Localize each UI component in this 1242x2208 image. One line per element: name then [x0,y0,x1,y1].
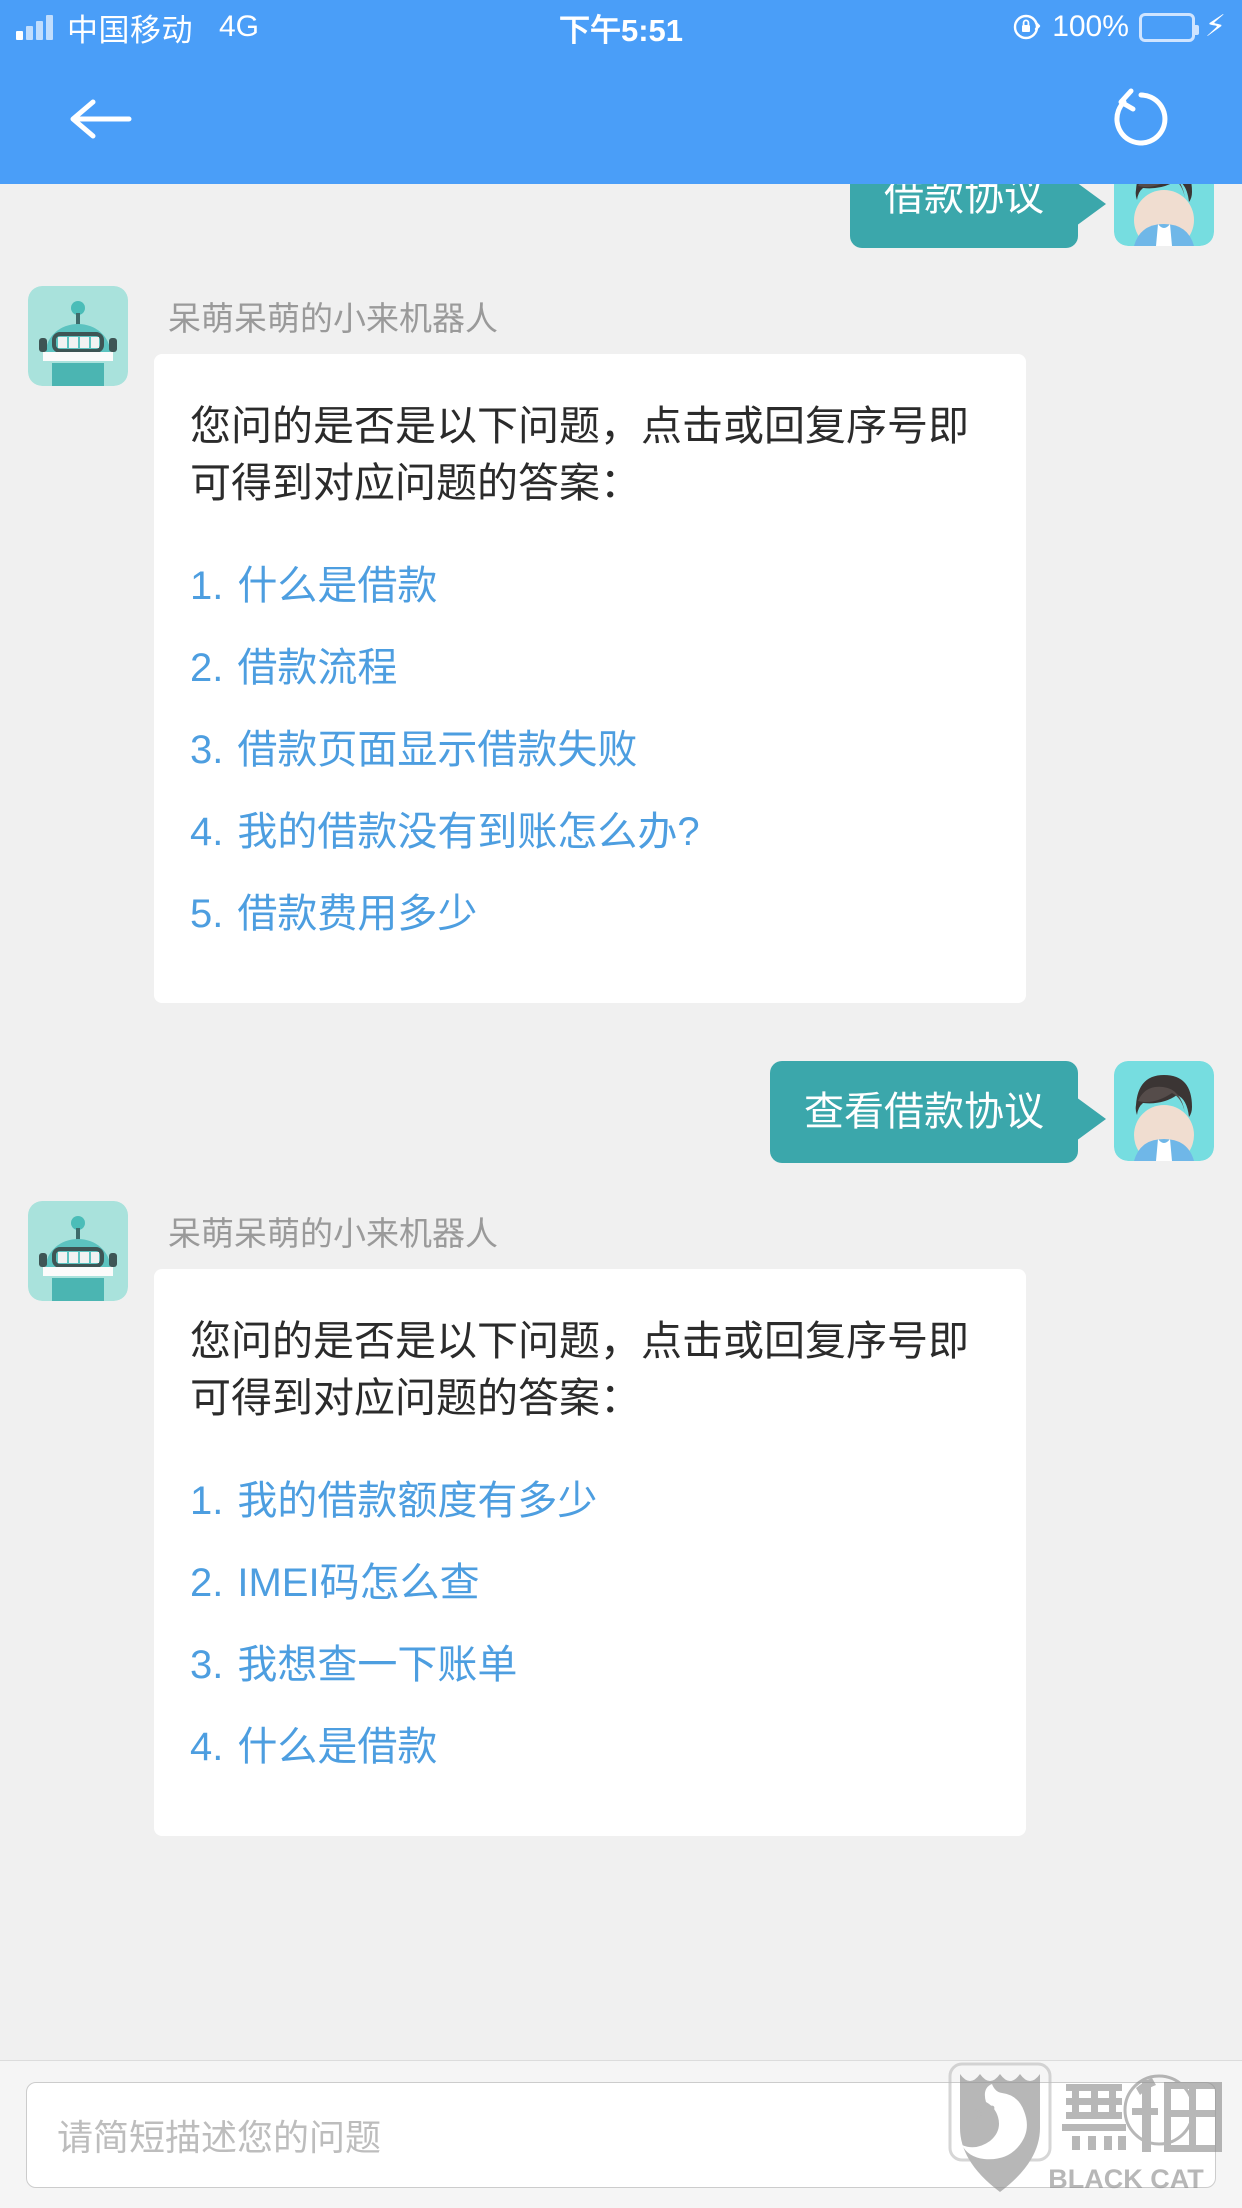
bot-message-body: 呆萌呆萌的小来机器人 您问的是否是以下问题，点击或回复序号即可得到对应问题的答案… [154,286,1026,1004]
message-incoming: 呆萌呆萌的小来机器人 您问的是否是以下问题，点击或回复序号即可得到对应问题的答案… [28,286,1026,1004]
question-option[interactable]: 2. IMEI码怎么查 [190,1542,990,1624]
message-input-placeholder: 请简短描述您的问题 [57,2116,382,2158]
chat-row-incoming: 呆萌呆萌的小来机器人 您问的是否是以下问题，点击或回复序号即可得到对应问题的答案… [0,1201,1242,1837]
bot-name-label: 呆萌呆萌的小来机器人 [168,1215,498,1253]
robot-avatar [28,286,128,386]
message-bubble-incoming: 您问的是否是以下问题，点击或回复序号即可得到对应问题的答案： 1. 什么是借款 … [154,354,1026,1004]
status-bar: 中国移动 4G 下午5:51 100% ⚡ [0,0,1242,54]
question-option[interactable]: 4. 我的借款没有到账怎么办? [190,791,990,873]
option-label: 借款流程 [237,646,398,691]
option-label: 什么是借款 [237,1725,438,1770]
option-number: 3. [190,1643,224,1688]
back-arrow-icon [70,99,132,139]
user-avatar [1114,184,1214,246]
message-incoming: 呆萌呆萌的小来机器人 您问的是否是以下问题，点击或回复序号即可得到对应问题的答案… [28,1201,1026,1837]
option-number: 1. [190,1479,224,1524]
question-option[interactable]: 2. 借款流程 [190,627,990,709]
bot-name-label: 呆萌呆萌的小来机器人 [168,300,498,337]
chat-scroll-area[interactable]: 借款协议 呆萌呆萌的小来机器人 您问的是否是以下问题，点击或回复序号即可得到对应… [0,184,1242,2060]
question-option[interactable]: 4. 什么是借款 [190,1706,990,1788]
chat-row-outgoing: 查看借款协议 [0,1061,1242,1164]
option-number: 2. [190,646,224,691]
message-bubble-incoming: 您问的是否是以下问题，点击或回复序号即可得到对应问题的答案： 1. 我的借款额度… [154,1269,1026,1837]
back-button[interactable] [56,74,146,164]
option-label: 我的借款没有到账怎么办? [237,810,700,855]
user-avatar [1114,1061,1214,1162]
question-option[interactable]: 1. 我的借款额度有多少 [190,1460,990,1542]
refresh-button[interactable] [1096,74,1186,164]
question-option[interactable]: 5. 借款费用多少 [190,873,990,955]
option-label: 借款页面显示借款失败 [237,728,638,773]
option-label: 什么是借款 [237,564,438,609]
option-number: 4. [190,1725,224,1770]
option-label: 我想查一下账单 [237,1643,518,1688]
chat-row-incoming: 呆萌呆萌的小来机器人 您问的是否是以下问题，点击或回复序号即可得到对应问题的答案… [0,286,1242,1004]
nav-bar [0,54,1242,184]
status-bar-clock: 下午5:51 [558,12,684,48]
question-option[interactable]: 1. 什么是借款 [190,545,990,627]
option-number: 5. [190,892,224,937]
message-bubble-outgoing[interactable]: 借款协议 [850,184,1106,248]
option-number: 2. [190,1561,224,1606]
message-outgoing: 借款协议 [850,184,1214,248]
option-number: 3. [190,728,224,773]
question-option[interactable]: 3. 借款页面显示借款失败 [190,709,990,791]
bot-intro-text: 您问的是否是以下问题，点击或回复序号即可得到对应问题的答案： [190,403,969,506]
option-label: IMEI码怎么查 [237,1561,480,1606]
robot-avatar [28,1201,128,1302]
question-option[interactable]: 3. 我想查一下账单 [190,1624,990,1706]
question-option-list: 1. 我的借款额度有多少 2. IMEI码怎么查 3. 我想查一下账单 4. 什… [190,1460,990,1788]
refresh-icon [1114,88,1168,146]
option-number: 1. [190,564,224,609]
rotation-lock-icon [1012,12,1042,42]
option-label: 我的借款额度有多少 [237,1479,598,1524]
phone-screen: 中国移动 4G 下午5:51 100% ⚡ 借款协议 呆萌呆萌的小来机器人 您问… [0,0,1242,2208]
bot-intro-text: 您问的是否是以下问题，点击或回复序号即可得到对应问题的答案： [190,1318,969,1421]
message-input-bar: 请简短描述您的问题 [0,2060,1242,2208]
message-bubble-outgoing[interactable]: 查看借款协议 [770,1061,1106,1164]
message-input-field[interactable]: 请简短描述您的问题 [26,2081,1216,2188]
option-label: 借款费用多少 [237,892,478,937]
chat-row-outgoing: 借款协议 [0,184,1242,248]
question-option-list: 1. 什么是借款 2. 借款流程 3. 借款页面显示借款失败 4. 我的借款没有… [190,545,990,955]
battery-icon [1138,12,1199,42]
message-outgoing: 查看借款协议 [770,1061,1214,1164]
bot-message-body: 呆萌呆萌的小来机器人 您问的是否是以下问题，点击或回复序号即可得到对应问题的答案… [154,1201,1026,1837]
option-number: 4. [190,810,224,855]
